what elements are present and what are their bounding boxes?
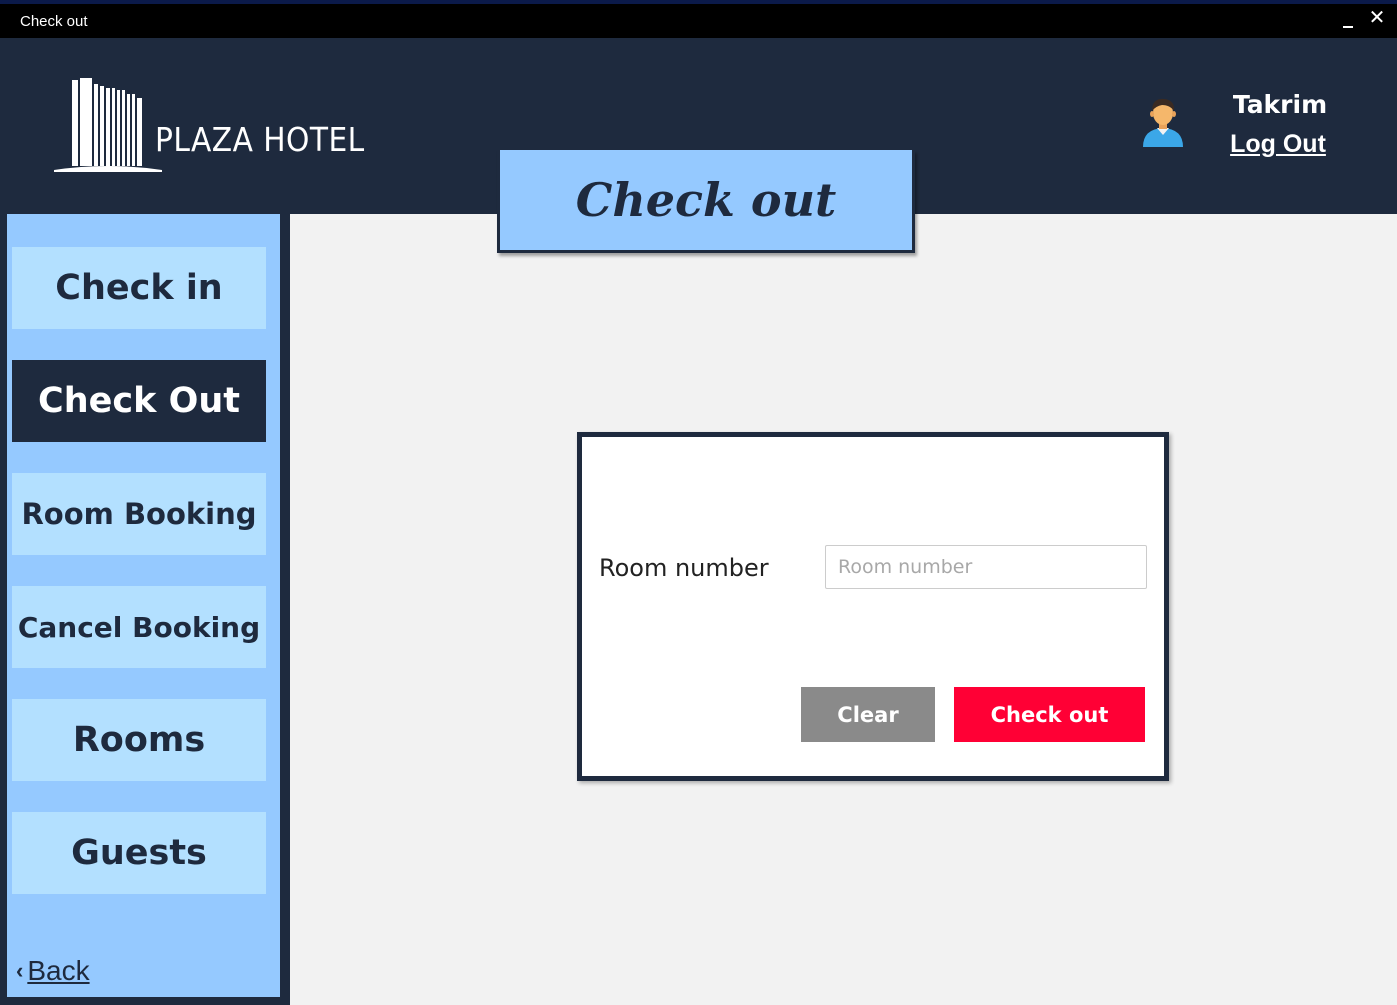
logout-link[interactable]: Log Out (1228, 130, 1328, 159)
clear-button[interactable]: Clear (801, 687, 935, 742)
brand-name: PLAZA HOTEL (155, 120, 365, 159)
room-number-label: Room number (599, 554, 769, 582)
chevron-left-icon: ‹ (16, 958, 24, 983)
username: Takrim (1232, 90, 1328, 119)
close-icon[interactable]: ✕ (1367, 6, 1387, 30)
window-titlebar: Check out ✕ (0, 0, 1397, 38)
sidebar-item-check-out[interactable]: Check Out (12, 360, 266, 442)
page-title: Check out (575, 173, 837, 227)
hotel-building-icon (54, 78, 162, 172)
sidebar-item-guests[interactable]: Guests (12, 812, 266, 894)
user-avatar-icon (1143, 98, 1183, 147)
sidebar-item-check-in[interactable]: Check in (12, 247, 266, 329)
page-title-card: Check out (497, 150, 915, 253)
checkout-form: Room number Clear Check out (577, 432, 1169, 781)
sidebar-item-cancel-booking[interactable]: Cancel Booking (12, 586, 266, 668)
window-title: Check out (20, 13, 88, 30)
room-number-input[interactable] (825, 545, 1147, 589)
minimize-icon[interactable] (1341, 8, 1357, 30)
sidebar-item-room-booking[interactable]: Room Booking (12, 473, 266, 555)
checkout-button[interactable]: Check out (954, 687, 1145, 742)
sidebar-item-rooms[interactable]: Rooms (12, 699, 266, 781)
back-link[interactable]: ‹ Back (16, 955, 90, 987)
back-label: Back (27, 955, 90, 986)
